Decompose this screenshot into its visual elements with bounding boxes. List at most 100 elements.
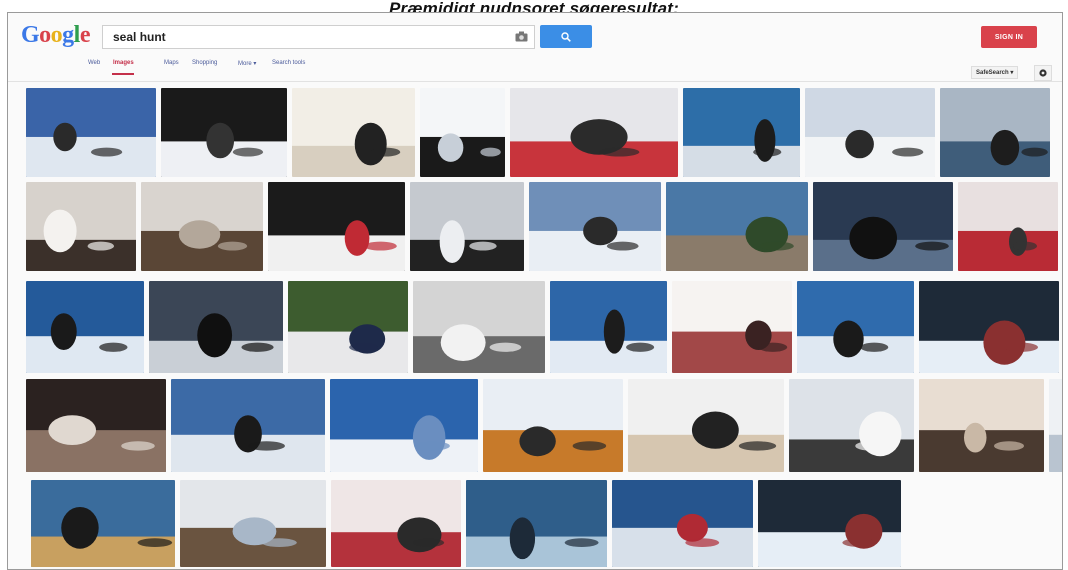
tab-images[interactable]: Images: [113, 60, 134, 66]
thumbnail-image: [958, 182, 1058, 271]
image-result-blue-sea-hunter[interactable]: [683, 88, 800, 177]
image-result-blood-ice-dark[interactable]: [268, 182, 405, 271]
thumbnail-image: [813, 182, 953, 271]
thumbnail-image: [805, 88, 935, 177]
image-result-sketch-hunt[interactable]: [413, 281, 545, 373]
thumbnail-image: [420, 88, 505, 177]
thumbnail-image: [26, 281, 144, 373]
image-result-sky-hunter[interactable]: [171, 379, 325, 472]
image-result-red-boat[interactable]: [672, 281, 792, 373]
browser-window: Google SIGN IN Web Images Maps Shopping …: [7, 12, 1063, 570]
image-result-old-sketch[interactable]: [919, 379, 1044, 472]
image-result-boat-blue-ice-2[interactable]: [758, 480, 901, 567]
image-result-lying-hunter[interactable]: [483, 379, 623, 472]
safesearch-button[interactable]: SafeSearch ▾: [971, 66, 1019, 79]
thumbnail-image: [529, 182, 661, 271]
image-result-dark-water-hunter[interactable]: [813, 182, 953, 271]
thumbnail-image: [612, 480, 753, 567]
image-result-iceberg-blue-2[interactable]: [550, 281, 667, 373]
image-result-seal-pile[interactable]: [26, 379, 166, 472]
active-tab-indicator: [112, 73, 134, 75]
thumbnail-image: [510, 88, 678, 177]
image-result-ice-hunters[interactable]: [805, 88, 935, 177]
thumbnail-image: [483, 379, 623, 472]
thumbnail-image: [26, 88, 156, 177]
logo-letter: g: [62, 22, 74, 48]
thumbnail-image: [292, 88, 415, 177]
image-result-blood-ice-woman[interactable]: [510, 88, 678, 177]
image-result-flat-ice-seal[interactable]: [1049, 379, 1062, 472]
image-result-boat-rifle[interactable]: [31, 480, 175, 567]
header-divider: [8, 81, 1062, 82]
image-result-kneeling-hunter[interactable]: [789, 379, 914, 472]
image-result-seal-closeup[interactable]: [26, 182, 136, 271]
thumbnail-image: [171, 379, 325, 472]
image-result-red-ice[interactable]: [958, 182, 1058, 271]
image-result-dark-frame[interactable]: [161, 88, 287, 177]
image-result-wave-seal[interactable]: [466, 480, 607, 567]
google-logo[interactable]: Google: [21, 22, 91, 49]
image-result-iceberg-blue[interactable]: [26, 281, 144, 373]
logo-letter: G: [21, 22, 40, 48]
tab-web[interactable]: Web: [88, 60, 100, 66]
logo-letter: e: [79, 22, 91, 48]
thumbnail-image: [758, 480, 901, 567]
image-result-iceberg-blue-3[interactable]: [797, 281, 914, 373]
tab-maps[interactable]: Maps: [164, 60, 179, 66]
thumbnail-image: [31, 480, 175, 567]
thumbnail-image: [672, 281, 792, 373]
thumbnail-image: [141, 182, 263, 271]
image-result-iceberg-person[interactable]: [529, 182, 661, 271]
search-icon: [561, 32, 571, 42]
thumbnail-image: [413, 281, 545, 373]
image-result-ice-sled[interactable]: [26, 88, 156, 177]
thumbnail-image: [180, 480, 326, 567]
thumbnail-image: [550, 281, 667, 373]
camera-icon[interactable]: [515, 31, 528, 42]
thumbnail-image: [797, 281, 914, 373]
thumbnail-image: [919, 281, 1059, 373]
image-result-club-silhouette[interactable]: [420, 88, 505, 177]
thumbnail-image: [410, 182, 524, 271]
image-result-boat-ice[interactable]: [940, 88, 1050, 177]
gear-icon: [1039, 69, 1047, 77]
thumbnail-image: [789, 379, 914, 472]
image-result-sea-horizon[interactable]: [330, 379, 478, 472]
search-button[interactable]: [540, 25, 592, 48]
thumbnail-image: [26, 182, 136, 271]
image-result-blue-house[interactable]: [666, 182, 808, 271]
image-result-red-seals[interactable]: [331, 480, 461, 567]
image-result-group-people[interactable]: [288, 281, 408, 373]
thumbnail-image: [331, 480, 461, 567]
logo-letter: o: [50, 22, 63, 48]
search-input[interactable]: [103, 26, 508, 48]
tab-more[interactable]: More ▾: [238, 60, 256, 67]
thumbnail-image: [628, 379, 784, 472]
thumbnail-image: [919, 379, 1044, 472]
thumbnail-image: [1049, 379, 1062, 472]
image-result-white-pup[interactable]: [292, 88, 415, 177]
logo-letter: o: [39, 22, 51, 48]
sign-in-button[interactable]: SIGN IN: [981, 26, 1037, 48]
thumbnail-image: [288, 281, 408, 373]
thumbnail-image: [268, 182, 405, 271]
image-result-gray-silhouette[interactable]: [410, 182, 524, 271]
thumbnail-image: [940, 88, 1050, 177]
image-result-boat-blue-ice[interactable]: [919, 281, 1059, 373]
thumbnail-image: [149, 281, 283, 373]
thumbnail-image: [466, 480, 607, 567]
image-result-sitting-woman[interactable]: [628, 379, 784, 472]
tab-search-tools[interactable]: Search tools: [272, 60, 305, 66]
thumbnail-image: [683, 88, 800, 177]
thumbnail-image: [161, 88, 287, 177]
image-result-hands-knife[interactable]: [141, 182, 263, 271]
thumbnail-image: [26, 379, 166, 472]
image-result-dog-sled[interactable]: [180, 480, 326, 567]
thumbnail-image: [666, 182, 808, 271]
image-result-iceberg-hunter[interactable]: [612, 480, 753, 567]
settings-button[interactable]: [1034, 65, 1052, 81]
image-result-rifle-sunset[interactable]: [149, 281, 283, 373]
tab-shopping[interactable]: Shopping: [192, 60, 217, 66]
search-box[interactable]: [102, 25, 535, 49]
thumbnail-image: [330, 379, 478, 472]
